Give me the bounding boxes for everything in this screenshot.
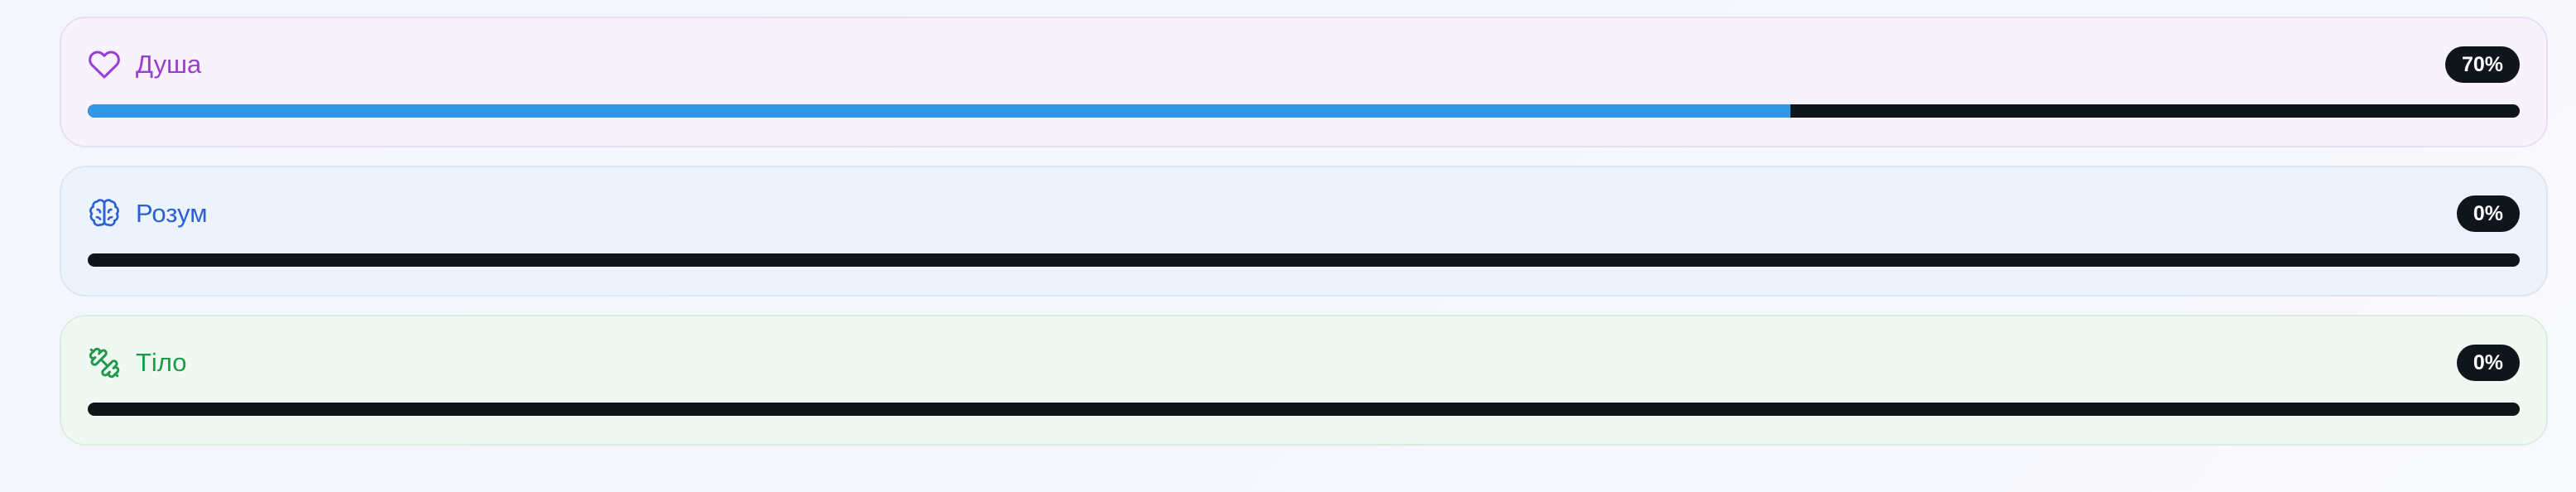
progress-card-mind: Розум 0%: [60, 166, 2548, 297]
progress-card-body: Тіло 0%: [60, 315, 2548, 446]
progress-card-soul: Душа 70%: [60, 17, 2548, 147]
progress-card-header: Душа 70%: [88, 46, 2520, 83]
progress-bar-fill: [88, 104, 1790, 118]
progress-card-title: Душа: [136, 50, 202, 79]
heart-icon: [88, 48, 121, 81]
progress-card-title-group: Душа: [88, 48, 201, 81]
progress-percent-badge: 70%: [2444, 46, 2520, 83]
progress-bar-track: [88, 104, 2520, 118]
progress-percent-badge: 0%: [2456, 195, 2520, 232]
dumbbell-icon: [88, 346, 121, 379]
progress-card-header: Розум 0%: [88, 195, 2520, 232]
progress-card-title: Розум: [136, 199, 208, 228]
progress-card-title-group: Розум: [88, 197, 208, 230]
progress-percent-badge: 0%: [2456, 345, 2520, 381]
progress-card-header: Тіло 0%: [88, 345, 2520, 381]
progress-list: Душа 70% Розум 0% Тіло 0%: [60, 17, 2548, 464]
brain-icon: [88, 197, 121, 230]
progress-bar-track: [88, 253, 2520, 267]
progress-card-title-group: Тіло: [88, 346, 187, 379]
progress-card-title: Тіло: [136, 348, 187, 377]
progress-bar-track: [88, 403, 2520, 416]
